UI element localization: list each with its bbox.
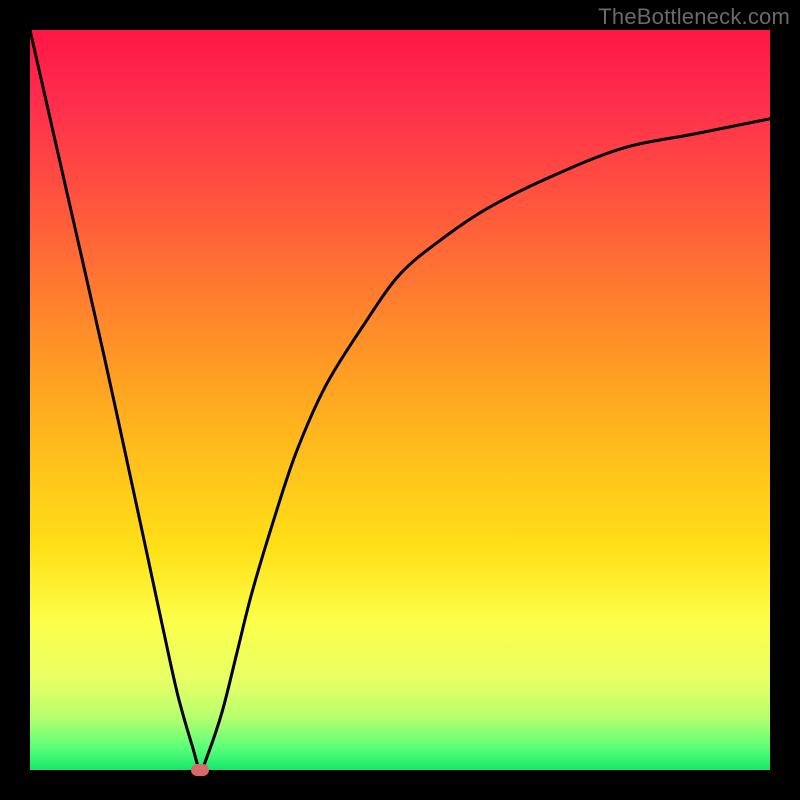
watermark-text: TheBottleneck.com [598, 4, 790, 30]
minimum-marker [191, 764, 209, 776]
plot-area [30, 30, 770, 770]
bottleneck-curve [30, 30, 770, 770]
chart-frame: TheBottleneck.com [0, 0, 800, 800]
